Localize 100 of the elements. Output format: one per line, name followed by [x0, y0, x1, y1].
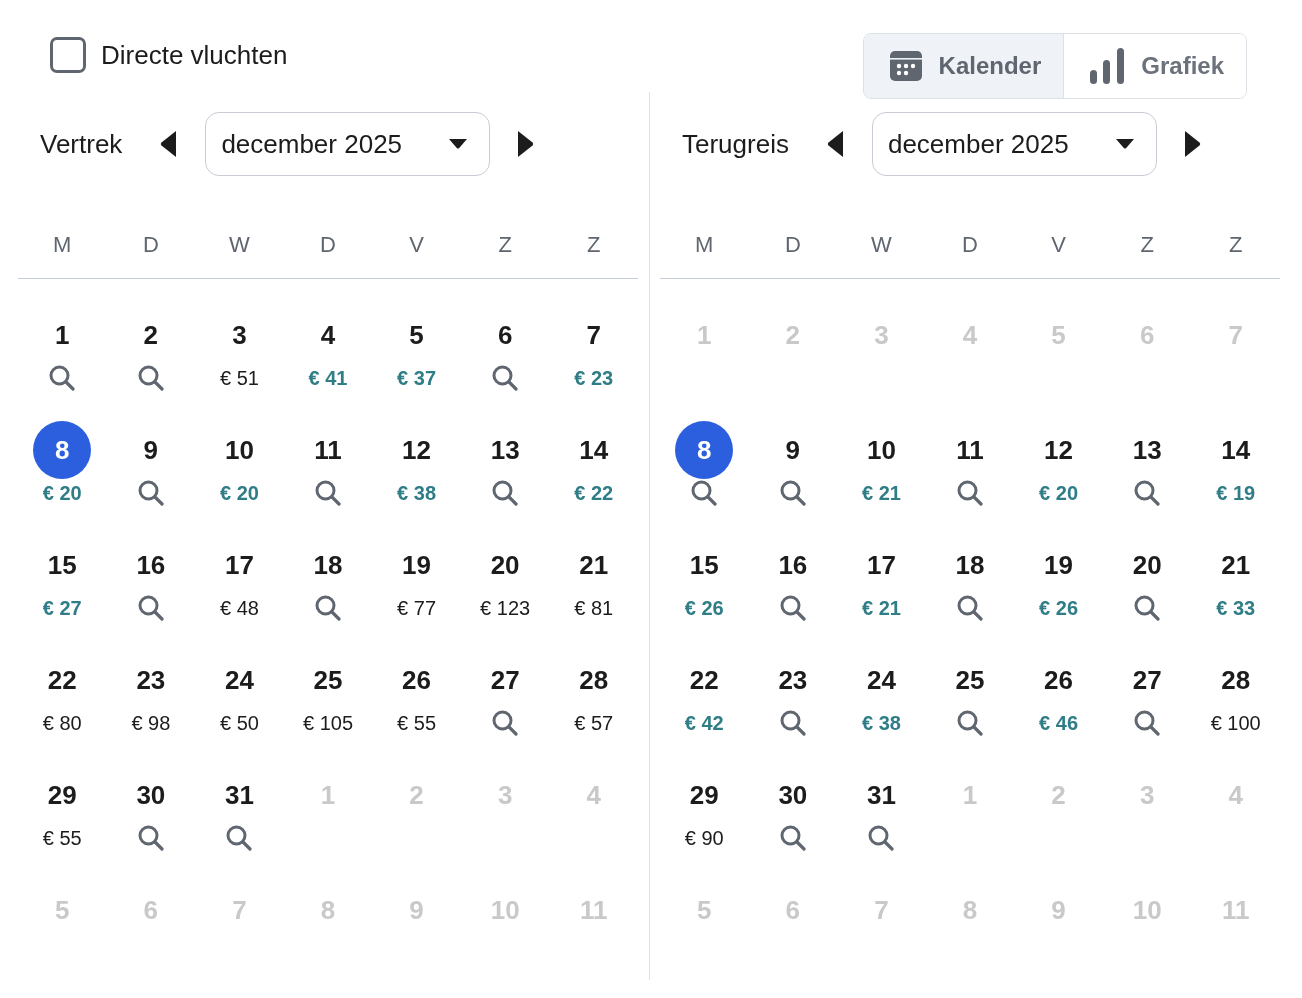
- triangle-right-icon[interactable]: [1184, 131, 1201, 157]
- day-number[interactable]: 6: [497, 319, 513, 351]
- day-number[interactable]: 29: [47, 779, 77, 811]
- view-tab[interactable]: Grafiek: [1063, 34, 1246, 98]
- day-number[interactable]: 17: [224, 549, 254, 581]
- day-number[interactable]: 20: [490, 549, 520, 581]
- day-number[interactable]: 13: [1132, 434, 1162, 466]
- price-label: € 42: [684, 711, 724, 735]
- search-icon[interactable]: [957, 595, 983, 621]
- weekday-label: Z: [586, 231, 601, 259]
- day-number[interactable]: 27: [490, 664, 520, 696]
- day-number[interactable]: 14: [579, 434, 609, 466]
- day-number[interactable]: 5: [409, 319, 424, 351]
- search-icon[interactable]: [779, 825, 806, 851]
- search-icon[interactable]: [957, 710, 983, 736]
- search-icon[interactable]: [691, 480, 718, 506]
- selected-day[interactable]: 8: [675, 421, 734, 479]
- search-icon[interactable]: [492, 710, 519, 736]
- search-icon[interactable]: [779, 595, 806, 621]
- day-number[interactable]: 17: [866, 549, 896, 581]
- day-number[interactable]: 27: [1132, 664, 1162, 696]
- day-number[interactable]: 24: [224, 664, 254, 696]
- day-number[interactable]: 31: [866, 779, 896, 811]
- day-number[interactable]: 23: [136, 664, 166, 696]
- day-number[interactable]: 2: [143, 319, 159, 351]
- search-icon[interactable]: [49, 365, 76, 391]
- day-number[interactable]: 14: [1221, 434, 1251, 466]
- day-number[interactable]: 26: [1044, 664, 1073, 696]
- search-icon[interactable]: [1134, 595, 1161, 621]
- day-number[interactable]: 12: [402, 434, 431, 466]
- search-icon[interactable]: [779, 480, 806, 506]
- day-number[interactable]: 25: [313, 664, 343, 696]
- day-number[interactable]: 26: [402, 664, 431, 696]
- day-number[interactable]: 12: [1044, 434, 1073, 466]
- triangle-left-icon[interactable]: [160, 131, 177, 157]
- search-icon[interactable]: [492, 365, 519, 391]
- weekday-label: D: [962, 231, 978, 259]
- price-label: € 81: [574, 596, 614, 620]
- checkbox[interactable]: [50, 37, 86, 73]
- triangle-right-icon[interactable]: [518, 131, 535, 157]
- day-number[interactable]: 15: [689, 549, 719, 581]
- weekday-label: Z: [1228, 231, 1243, 259]
- day-number[interactable]: 18: [955, 549, 985, 581]
- search-icon[interactable]: [1134, 710, 1161, 736]
- day-number[interactable]: 10: [224, 434, 254, 466]
- day-number[interactable]: 13: [490, 434, 520, 466]
- day-number[interactable]: 10: [866, 434, 896, 466]
- day-number[interactable]: 21: [579, 549, 609, 581]
- day-number[interactable]: 28: [579, 664, 609, 696]
- search-icon[interactable]: [137, 825, 164, 851]
- day-number[interactable]: 16: [778, 549, 808, 581]
- search-icon[interactable]: [315, 595, 341, 621]
- day-number[interactable]: 28: [1221, 664, 1251, 696]
- weekday-label: D: [320, 231, 336, 259]
- search-icon[interactable]: [137, 595, 164, 621]
- day-number[interactable]: 21: [1221, 549, 1251, 581]
- day-number[interactable]: 11: [314, 434, 342, 466]
- day-number[interactable]: 20: [1132, 549, 1162, 581]
- day-number[interactable]: 30: [778, 779, 808, 811]
- price-label: € 19: [1216, 481, 1256, 505]
- day-number[interactable]: 11: [956, 434, 984, 466]
- search-icon[interactable]: [779, 710, 806, 736]
- price-label: € 21: [861, 481, 901, 505]
- day-number[interactable]: 25: [955, 664, 985, 696]
- search-icon[interactable]: [1134, 480, 1161, 506]
- search-icon[interactable]: [868, 825, 895, 851]
- search-icon[interactable]: [315, 480, 341, 506]
- day-number[interactable]: 24: [866, 664, 896, 696]
- day-number[interactable]: 23: [778, 664, 808, 696]
- weekday-label: V: [1051, 231, 1066, 259]
- day-number[interactable]: 1: [55, 319, 70, 351]
- day-number[interactable]: 19: [402, 549, 431, 581]
- day-number[interactable]: 9: [785, 434, 801, 466]
- day-number[interactable]: 3: [232, 319, 247, 351]
- price-label: € 80: [42, 711, 82, 735]
- search-icon[interactable]: [492, 480, 519, 506]
- triangle-left-icon[interactable]: [826, 131, 843, 157]
- month-dropdown[interactable]: december 2025: [205, 112, 491, 176]
- search-icon[interactable]: [957, 480, 983, 506]
- day-number[interactable]: 30: [136, 779, 166, 811]
- search-icon[interactable]: [137, 365, 164, 391]
- day-number[interactable]: 22: [47, 664, 77, 696]
- day-number[interactable]: 18: [313, 549, 343, 581]
- month-dropdown[interactable]: december 2025: [871, 112, 1157, 176]
- day-number[interactable]: 19: [1044, 549, 1073, 581]
- day-number[interactable]: 4: [320, 319, 336, 351]
- day-number[interactable]: 29: [689, 779, 719, 811]
- day-number[interactable]: 16: [136, 549, 166, 581]
- view-tab[interactable]: Kalender: [863, 34, 1064, 98]
- day-number[interactable]: 22: [689, 664, 719, 696]
- day-number[interactable]: 15: [47, 549, 77, 581]
- search-icon[interactable]: [137, 480, 164, 506]
- weekday-label: M: [53, 231, 72, 259]
- search-icon[interactable]: [226, 825, 253, 851]
- day-number[interactable]: 7: [586, 319, 601, 351]
- day-number[interactable]: 9: [143, 434, 159, 466]
- day-number[interactable]: 31: [224, 779, 254, 811]
- price-label: € 77: [397, 596, 437, 620]
- weekday-label: W: [229, 231, 250, 259]
- selected-day[interactable]: 8: [33, 421, 92, 479]
